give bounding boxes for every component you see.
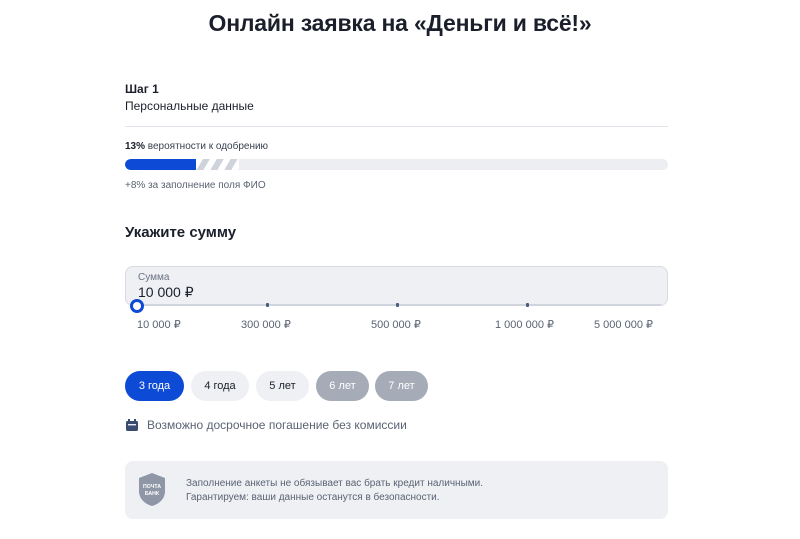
step-name: Персональные данные <box>125 99 254 113</box>
slider-mark[interactable]: 1 000 000 ₽ <box>495 318 554 331</box>
term-option-4-years[interactable]: 4 года <box>191 371 249 401</box>
bonus-hint: +8% за заполнение поля ФИО <box>125 180 266 191</box>
amount-section-title: Укажите сумму <box>125 224 237 241</box>
slider-mark[interactable]: 300 000 ₽ <box>241 318 291 331</box>
amount-input[interactable]: Сумма 10 000 ₽ <box>125 266 668 306</box>
logo-text-line1: ПОЧТА <box>143 484 161 490</box>
approval-percent: 13% <box>125 141 146 152</box>
approval-progress-bar <box>125 159 668 170</box>
term-option-3-years[interactable]: 3 года <box>125 371 184 401</box>
info-line-1: Заполнение анкеты не обязывает вас брать… <box>186 478 484 489</box>
slider-tick <box>266 303 269 307</box>
term-option-7-years[interactable]: 7 лет <box>375 371 428 401</box>
term-option-5-years[interactable]: 5 лет <box>256 371 309 401</box>
divider <box>125 126 668 127</box>
approval-probability: 13% вероятности к одобрению <box>125 141 268 152</box>
step-number: Шаг 1 <box>125 82 159 96</box>
slider-tick <box>396 303 399 307</box>
page-title: Онлайн заявка на «Деньги и всё!» <box>208 10 592 36</box>
slider-mark[interactable]: 10 000 ₽ <box>137 318 181 331</box>
slider-mark[interactable]: 500 000 ₽ <box>371 318 421 331</box>
pochta-bank-shield-icon: ПОЧТА БАНК <box>139 473 165 506</box>
amount-slider-track[interactable] <box>137 304 661 306</box>
calendar-crown-icon <box>126 419 138 431</box>
info-notice: ПОЧТА БАНК Заполнение анкеты не обязывае… <box>125 461 668 519</box>
info-line-2: Гарантируем: ваши данные останутся в без… <box>186 492 440 503</box>
slider-tick <box>526 303 529 307</box>
amount-field-value[interactable]: 10 000 ₽ <box>138 284 194 301</box>
early-repayment-text: Возможно досрочное погашение без комисси… <box>147 418 407 432</box>
approval-progress-fill <box>125 159 196 170</box>
approval-progress-bonus <box>195 159 240 170</box>
slider-mark[interactable]: 5 000 000 ₽ <box>594 318 653 331</box>
approval-suffix: вероятности к одобрению <box>145 141 269 152</box>
logo-text-line2: БАНК <box>145 491 160 497</box>
term-option-6-years[interactable]: 6 лет <box>316 371 369 401</box>
amount-field-label: Сумма <box>138 272 170 283</box>
amount-slider-handle[interactable] <box>130 299 144 313</box>
